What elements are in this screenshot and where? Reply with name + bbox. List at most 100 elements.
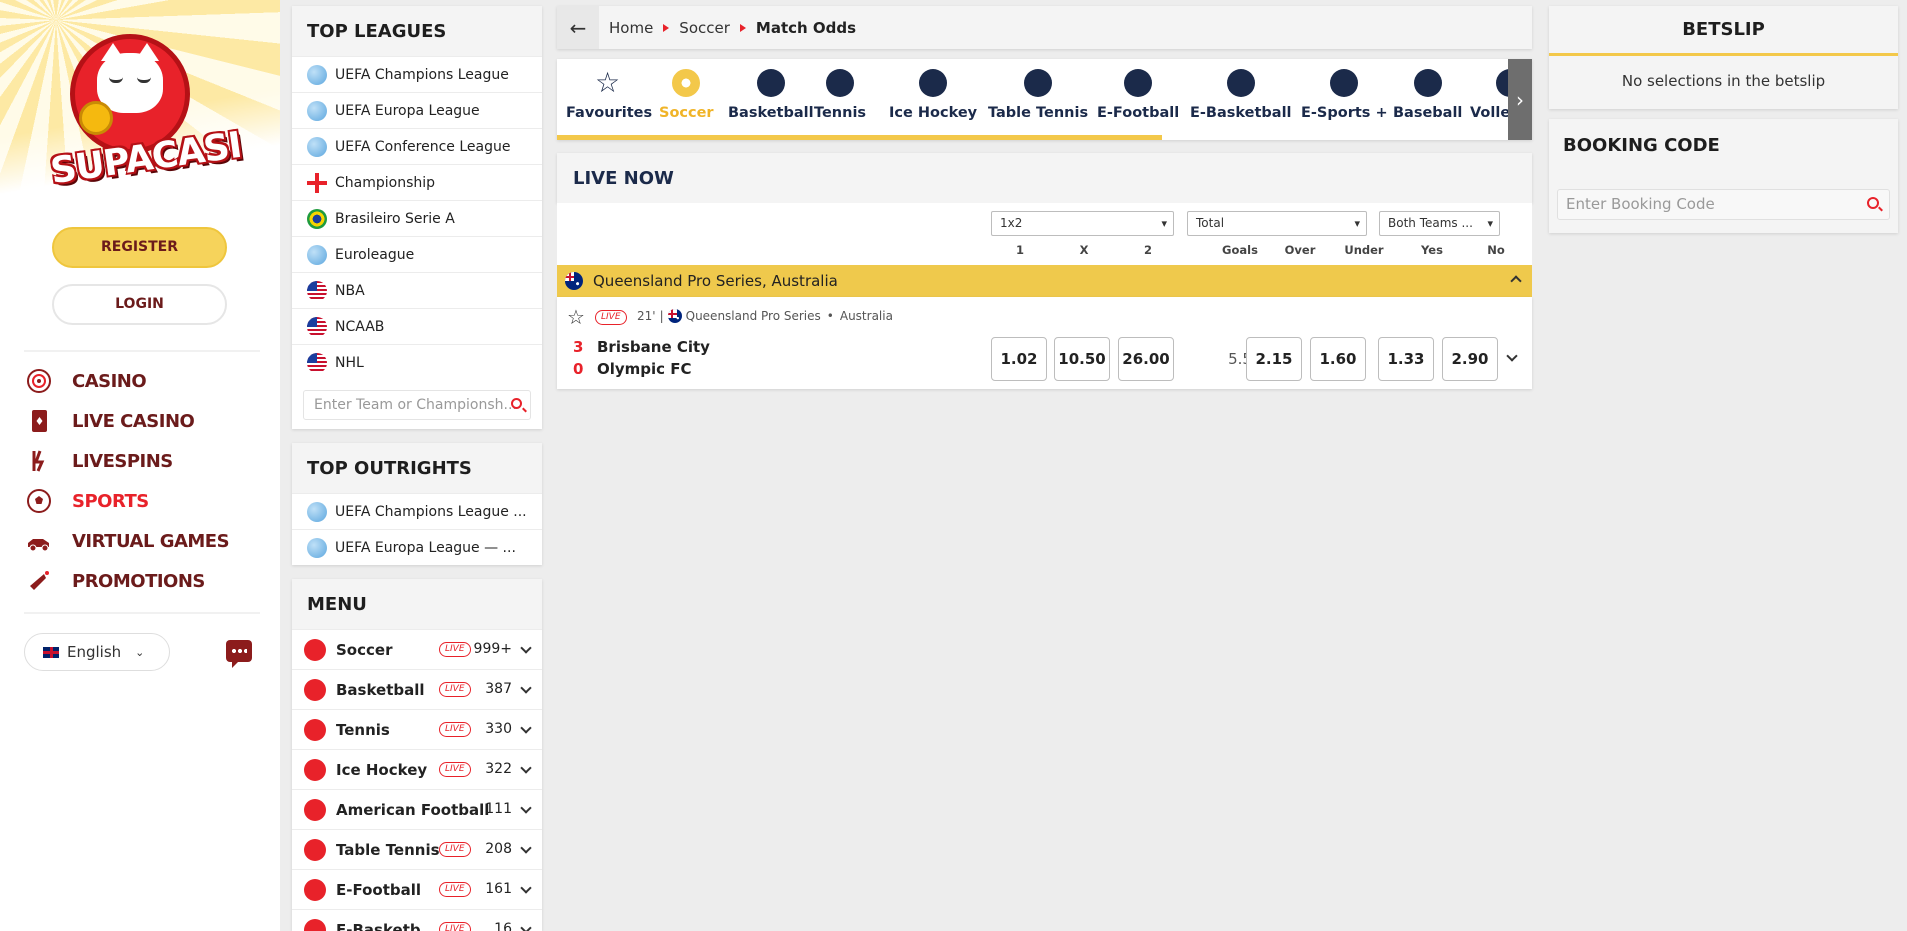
odds-button-2[interactable]: 26.00	[1118, 337, 1174, 381]
meta-dot: •	[826, 309, 834, 323]
league-item[interactable]: NCAAB	[292, 308, 542, 344]
breadcrumb-separator-icon	[663, 23, 670, 32]
event-count: 322	[485, 761, 512, 777]
odds-button-over[interactable]: 2.15	[1246, 337, 1302, 381]
tab-label: Ice Hockey	[889, 105, 978, 121]
tab-ice-hockey[interactable]: Ice Hockey	[889, 67, 977, 125]
outright-item[interactable]: UEFA Europa League — ...	[292, 529, 542, 565]
chevron-right-icon[interactable]: ›	[1508, 59, 1532, 140]
menu-item-ice-hockey[interactable]: Ice Hockey LIVE 322	[292, 749, 542, 789]
odds-button-1[interactable]: 1.02	[991, 337, 1047, 381]
breadcrumb-separator-icon	[739, 23, 746, 32]
chat-dots	[231, 649, 247, 653]
home-team[interactable]: 3 Brisbane City	[573, 338, 710, 356]
basketball-icon	[1226, 69, 1255, 97]
chevron-down-icon[interactable]	[1506, 350, 1518, 362]
away-team-name: Olympic FC	[597, 360, 692, 378]
market-select-total[interactable]: Total	[1187, 211, 1367, 236]
cat-ear-left	[101, 43, 125, 61]
back-arrow-icon[interactable]: ←	[557, 6, 599, 49]
column-header: Yes	[1421, 243, 1443, 257]
live-badge: LIVE	[439, 922, 471, 931]
match-meta: 21' | Queensland Pro Series • Australia	[637, 309, 893, 323]
menu-item-tennis[interactable]: Tennis LIVE 330	[292, 709, 542, 749]
menu-item-e-basketball[interactable]: E-Basketb... LIVE 16	[292, 909, 542, 931]
odds-button-yes[interactable]: 1.33	[1378, 337, 1434, 381]
logo-area[interactable]: SUPACASI	[0, 0, 280, 200]
away-team[interactable]: 0 Olympic FC	[573, 360, 692, 378]
league-search-input[interactable]: Enter Team or Championsh...	[303, 390, 531, 420]
search-icon[interactable]	[511, 398, 522, 409]
nav-item-casino[interactable]: CASINO	[24, 365, 244, 397]
breadcrumb-home[interactable]: Home	[609, 19, 653, 37]
league-item[interactable]: Euroleague	[292, 236, 542, 272]
menu-item-label: Ice Hockey	[336, 760, 428, 779]
nav-item-sports[interactable]: SPORTS	[24, 485, 244, 517]
search-icon[interactable]	[1867, 197, 1879, 209]
tab-label: E-Basketball	[1190, 105, 1292, 121]
market-select-btts[interactable]: Both Teams ...	[1379, 211, 1500, 236]
outright-label: UEFA Champions League ...	[335, 503, 527, 520]
login-button[interactable]: LOGIN	[52, 284, 227, 325]
hockey-puck-icon	[919, 69, 948, 97]
league-label: UEFA Conference League	[335, 138, 511, 155]
megaphone-icon	[24, 566, 54, 596]
tab-table-tennis[interactable]: Table Tennis	[988, 67, 1088, 125]
betslip-panel: BETSLIP No selections in the betslip	[1549, 6, 1898, 109]
nav-item-livespins[interactable]: LIVESPINS	[24, 445, 244, 477]
globe-icon	[307, 244, 327, 265]
league-item[interactable]: NBA	[292, 272, 542, 308]
market-select-1x2[interactable]: 1x2	[991, 211, 1174, 236]
tab-tennis[interactable]: Tennis	[814, 67, 866, 125]
league-group-header[interactable]: Queensland Pro Series, Australia	[557, 265, 1532, 297]
live-now-title: LIVE NOW	[557, 153, 1532, 203]
booking-code-input[interactable]: Enter Booking Code	[1557, 189, 1890, 220]
odds-button-x[interactable]: 10.50	[1054, 337, 1110, 381]
menu-item-table-tennis[interactable]: Table Tennis LIVE 208	[292, 829, 542, 869]
nav-item-virtual-games[interactable]: VIRTUAL GAMES	[24, 525, 244, 557]
top-outrights-title: TOP OUTRIGHTS	[292, 443, 542, 493]
tennis-ball-icon	[304, 718, 326, 741]
odds-button-no[interactable]: 2.90	[1442, 337, 1498, 381]
nav-item-promotions[interactable]: PROMOTIONS	[24, 565, 244, 597]
menu-item-basketball[interactable]: Basketball LIVE 387	[292, 669, 542, 709]
odds-button-under[interactable]: 1.60	[1310, 337, 1366, 381]
tab-label: Soccer	[659, 105, 714, 121]
column-header: 1	[1015, 243, 1024, 257]
globe-icon	[307, 64, 327, 85]
column-header: Under	[1344, 243, 1384, 257]
event-count: 161	[485, 881, 512, 897]
basketball-icon	[756, 69, 785, 97]
menu-item-american-football[interactable]: American Football 111	[292, 789, 542, 829]
outright-item[interactable]: UEFA Champions League ...	[292, 493, 542, 529]
league-item[interactable]: UEFA Conference League	[292, 128, 542, 164]
league-item[interactable]: NHL	[292, 344, 542, 380]
league-item[interactable]: UEFA Europa League	[292, 92, 542, 128]
register-button[interactable]: REGISTER	[52, 227, 227, 268]
tab-soccer[interactable]: Soccer	[659, 67, 714, 125]
tab-label: Baseball	[1393, 105, 1463, 121]
chevron-up-icon[interactable]	[1510, 275, 1522, 287]
menu-item-soccer[interactable]: Soccer LIVE 999+	[292, 629, 542, 669]
tab-favourites[interactable]: ☆ Favourites	[566, 67, 652, 125]
menu-item-e-football[interactable]: E-Football LIVE 161	[292, 869, 542, 909]
tab-baseball[interactable]: Baseball	[1393, 67, 1462, 125]
tab-e-sports[interactable]: E-Sports +	[1301, 67, 1388, 125]
league-item[interactable]: Brasileiro Serie A	[292, 200, 542, 236]
tab-e-football[interactable]: E-Football	[1097, 67, 1179, 125]
brazil-flag-icon	[307, 208, 327, 229]
nav-divider	[24, 350, 260, 352]
nav-item-label: LIVE CASINO	[72, 410, 195, 432]
league-item[interactable]: Championship	[292, 164, 542, 200]
chat-icon[interactable]	[226, 640, 252, 668]
nav-item-live-casino[interactable]: LIVE CASINO	[24, 405, 244, 437]
tab-basketball[interactable]: Basketball	[728, 67, 814, 125]
booking-placeholder: Enter Booking Code	[1566, 195, 1715, 213]
live-badge: LIVE	[439, 762, 471, 777]
favourite-star-icon[interactable]: ☆	[567, 307, 585, 327]
language-select[interactable]: English ⌄	[24, 633, 170, 671]
breadcrumb-soccer[interactable]: Soccer	[679, 19, 730, 37]
tab-e-basketball[interactable]: E-Basketball	[1190, 67, 1292, 125]
betslip-empty-message: No selections in the betslip	[1621, 72, 1826, 90]
league-item[interactable]: UEFA Champions League	[292, 56, 542, 92]
